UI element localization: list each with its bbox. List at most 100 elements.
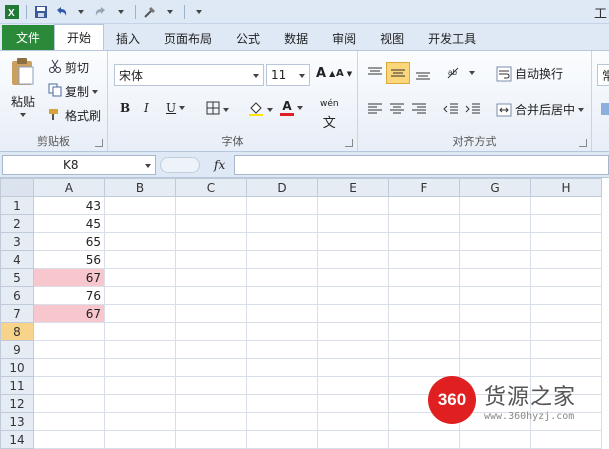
cell[interactable] — [459, 322, 531, 341]
cell[interactable] — [104, 214, 176, 233]
italic-button[interactable]: I — [144, 101, 149, 115]
alignment-launcher-icon[interactable] — [579, 139, 587, 147]
row-header[interactable]: 6 — [0, 286, 34, 305]
cell[interactable] — [317, 232, 389, 251]
cell[interactable] — [104, 358, 176, 377]
decrease-indent-button[interactable] — [442, 101, 460, 117]
undo-icon[interactable] — [53, 4, 69, 20]
cell[interactable] — [246, 214, 318, 233]
cell[interactable] — [317, 430, 389, 449]
cell[interactable] — [246, 196, 318, 215]
cell[interactable] — [459, 250, 531, 269]
font-launcher-icon[interactable] — [345, 139, 353, 147]
cell[interactable] — [317, 394, 389, 413]
cell[interactable] — [459, 196, 531, 215]
increase-indent-button[interactable] — [464, 101, 482, 117]
cell[interactable] — [175, 340, 247, 359]
row-header[interactable]: 1 — [0, 196, 34, 215]
cell[interactable] — [388, 250, 460, 269]
font-color-button[interactable]: A — [280, 99, 303, 116]
column-header[interactable]: F — [388, 178, 460, 197]
row-header[interactable]: 5 — [0, 268, 34, 287]
cell-a[interactable] — [33, 376, 105, 395]
cell[interactable] — [317, 286, 389, 305]
bold-button[interactable]: B — [120, 101, 130, 115]
cell[interactable] — [317, 412, 389, 431]
cell[interactable] — [246, 430, 318, 449]
cell[interactable] — [104, 304, 176, 323]
redo-icon[interactable] — [93, 4, 109, 20]
cell[interactable] — [175, 412, 247, 431]
grow-font-button[interactable]: A ▲ — [316, 66, 335, 81]
cell[interactable] — [388, 340, 460, 359]
cell[interactable] — [459, 304, 531, 323]
column-header[interactable]: D — [246, 178, 318, 197]
cell[interactable] — [530, 304, 602, 323]
align-center-button[interactable] — [388, 101, 406, 117]
cell[interactable] — [459, 340, 531, 359]
row-header[interactable]: 13 — [0, 412, 34, 431]
tab-view[interactable]: 视图 — [368, 26, 416, 50]
cell[interactable] — [104, 430, 176, 449]
cell[interactable] — [530, 322, 602, 341]
cell[interactable] — [175, 322, 247, 341]
cell[interactable] — [317, 268, 389, 287]
cell[interactable] — [530, 214, 602, 233]
cell[interactable] — [104, 394, 176, 413]
cell[interactable] — [104, 286, 176, 305]
clipboard-launcher-icon[interactable] — [95, 139, 103, 147]
paste-dropdown-icon[interactable] — [20, 113, 26, 117]
cell[interactable] — [175, 250, 247, 269]
name-box-dropdown-icon[interactable] — [145, 164, 151, 168]
cell-a[interactable]: 65 — [33, 232, 105, 251]
number-format-icon[interactable] — [600, 101, 609, 117]
cell[interactable] — [175, 430, 247, 449]
shrink-font-button[interactable]: A ▼ — [336, 68, 352, 79]
tab-developer[interactable]: 开发工具 — [416, 26, 488, 50]
fill-color-button[interactable] — [248, 100, 273, 119]
column-header[interactable]: A — [33, 178, 105, 197]
cut-button[interactable]: 剪切 — [48, 59, 89, 76]
cell[interactable] — [459, 268, 531, 287]
row-header[interactable]: 11 — [0, 376, 34, 395]
row-header[interactable]: 12 — [0, 394, 34, 413]
cell-a[interactable]: 67 — [33, 268, 105, 287]
column-header[interactable]: B — [104, 178, 176, 197]
number-format-select[interactable]: 常 — [597, 64, 609, 86]
cell-a[interactable] — [33, 358, 105, 377]
cell[interactable] — [388, 268, 460, 287]
cell-a[interactable] — [33, 412, 105, 431]
cell-a[interactable]: 67 — [33, 304, 105, 323]
cell[interactable] — [530, 232, 602, 251]
formula-input[interactable] — [234, 155, 609, 175]
copy-dropdown-icon[interactable] — [92, 89, 99, 94]
column-header[interactable]: H — [530, 178, 602, 197]
cell[interactable] — [388, 214, 460, 233]
cell[interactable] — [246, 232, 318, 251]
cell[interactable] — [104, 196, 176, 215]
align-middle-button[interactable] — [386, 62, 410, 84]
cell[interactable] — [104, 250, 176, 269]
save-icon[interactable] — [33, 4, 49, 20]
cell-a[interactable]: 45 — [33, 214, 105, 233]
row-header[interactable]: 14 — [0, 430, 34, 449]
align-top-button[interactable] — [366, 65, 384, 81]
cell[interactable] — [317, 196, 389, 215]
cell[interactable] — [530, 340, 602, 359]
cell[interactable] — [459, 232, 531, 251]
row-header[interactable]: 3 — [0, 232, 34, 251]
cell-a[interactable]: 76 — [33, 286, 105, 305]
tab-data[interactable]: 数据 — [272, 26, 320, 50]
cell[interactable] — [104, 340, 176, 359]
cell[interactable] — [246, 376, 318, 395]
cell[interactable] — [246, 394, 318, 413]
align-left-button[interactable] — [366, 101, 384, 117]
cell[interactable] — [388, 322, 460, 341]
cell-a[interactable] — [33, 394, 105, 413]
cell[interactable] — [246, 268, 318, 287]
merge-center-button[interactable]: 合并后居中 — [496, 101, 585, 118]
cell[interactable] — [317, 214, 389, 233]
borders-button[interactable] — [206, 101, 229, 118]
cell[interactable] — [388, 304, 460, 323]
cell[interactable] — [175, 232, 247, 251]
